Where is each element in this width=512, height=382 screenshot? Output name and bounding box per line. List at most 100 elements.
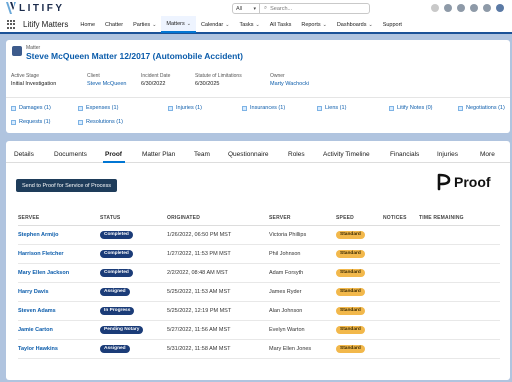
table-row[interactable]: Mary Ellen Jackson Completed 2/2/2022, 08:… — [18, 263, 500, 283]
speed-cell: Standard — [336, 320, 383, 340]
field-label: Owner — [270, 73, 285, 79]
chevron-down-icon[interactable]: ⌄ — [368, 22, 372, 28]
servee-link-cell: Stephen Armijo — [18, 225, 100, 245]
servee-link[interactable]: Harrison Fletcher — [18, 251, 64, 257]
global-search: All ▾ ⌕ Search... — [232, 3, 370, 14]
related-list-icon — [11, 119, 16, 125]
tab-activity-timeline[interactable]: Activity Timeline — [323, 151, 370, 158]
search-input[interactable]: ⌕ Search... — [260, 3, 370, 14]
related-list-link[interactable]: Requests (1) — [11, 119, 51, 125]
nav-item[interactable]: All Tasks — [265, 16, 297, 33]
related-list-icon — [317, 105, 322, 111]
field-value: 6/30/2022 — [141, 81, 166, 87]
nav-item-label: Support — [382, 21, 402, 28]
notices-cell — [383, 225, 419, 245]
related-list-link[interactable]: Resolutions (1) — [78, 119, 123, 125]
field-label: Incident Date — [141, 73, 171, 79]
tab-questionnaire[interactable]: Questionnaire — [228, 151, 268, 158]
column-header: SERVEE — [18, 211, 100, 226]
servee-link[interactable]: Harry Davis — [18, 289, 49, 295]
gear-icon[interactable] — [470, 4, 478, 12]
servee-link[interactable]: Stephen Armijo — [18, 232, 58, 238]
proof-service-table: SERVEE STATUS ORIGINATED SERVER SPEED NOTICES… — [18, 211, 500, 359]
related-list-label: Liens (1) — [325, 105, 347, 111]
add-icon[interactable] — [444, 4, 452, 12]
search-scope-select[interactable]: All ▾ — [232, 3, 260, 14]
nav-item[interactable]: Support — [378, 16, 407, 33]
related-list-label: Insurances (1) — [250, 105, 286, 111]
tab-more[interactable]: More — [480, 151, 495, 158]
litify-logo-icon — [6, 2, 16, 14]
server-cell: Adam Forsyth — [269, 263, 336, 283]
nav-item[interactable]: Chatter — [100, 16, 128, 33]
nav-item-label: Dashboards — [336, 21, 367, 28]
app-nav-bar: Litify Matters Home Chatter Parties ⌄ Matter… — [0, 16, 512, 34]
status-cell: Completed — [100, 244, 167, 264]
tab-proof[interactable]: Proof — [105, 151, 122, 158]
nav-item[interactable]: Parties ⌄ — [128, 16, 161, 33]
related-list-label: Resolutions (1) — [86, 119, 123, 125]
field-value[interactable]: Steve McQueen — [87, 81, 141, 87]
chevron-down-icon[interactable]: ⌄ — [225, 22, 229, 28]
litify-logo[interactable]: LITIFY — [6, 2, 65, 14]
related-list-link[interactable]: Liens (1) — [317, 105, 346, 111]
nav-item[interactable]: Tasks ⌄ — [234, 16, 264, 33]
status-badge: Pending Notary — [100, 325, 144, 334]
servee-link[interactable]: Jamie Carton — [18, 327, 53, 333]
chevron-down-icon[interactable]: ⌄ — [323, 22, 327, 28]
related-list-link[interactable]: Expenses (1) — [78, 105, 118, 111]
nav-item-label: Reports — [301, 21, 321, 28]
servee-link[interactable]: Taylor Hawkins — [18, 346, 58, 352]
tab-injuries[interactable]: Injuries — [437, 151, 458, 158]
related-list-link[interactable]: Litify Notes (0) — [389, 105, 432, 111]
help-icon[interactable] — [457, 4, 465, 12]
proof-logo-icon — [437, 173, 451, 191]
table-row[interactable]: Taylor Hawkins Assigned 5/31/2022, 11:58 A… — [18, 339, 500, 359]
bell-icon[interactable] — [483, 4, 491, 12]
tab-financials[interactable]: Financials — [390, 151, 419, 158]
chevron-down-icon[interactable]: ⌄ — [187, 21, 191, 27]
server-cell: Evelyn Warton — [269, 320, 336, 340]
tab-matter-plan[interactable]: Matter Plan — [142, 151, 175, 158]
server: Mary Ellen Jones — [269, 345, 312, 352]
tab-documents[interactable]: Documents — [54, 151, 87, 158]
tab-team[interactable]: Team — [194, 151, 210, 158]
app-launcher-icon[interactable] — [7, 19, 17, 30]
related-list-link[interactable]: Insurances (1) — [242, 105, 285, 111]
servee-link[interactable]: Mary Ellen Jackson — [18, 270, 69, 276]
nav-item[interactable]: Dashboards ⌄ — [332, 16, 378, 33]
related-list-link[interactable]: Damages (1) — [11, 105, 51, 111]
server-cell: Phil Johnson — [269, 244, 336, 264]
servee-link[interactable]: Steven Adams — [18, 308, 56, 314]
nav-item[interactable]: Home — [75, 16, 100, 33]
table-row[interactable]: Harrison Fletcher Completed 1/27/2022, 11:… — [18, 244, 500, 264]
status-cell: In Progress — [100, 301, 167, 321]
field-value[interactable]: Marty Wachocki — [270, 81, 350, 87]
highlight-field: Statute of Limitations 6/30/2025 — [195, 73, 270, 87]
record-highlights: Matter Steve McQueen Matter 12/2017 (Aut… — [6, 40, 510, 133]
related-list-link[interactable]: Negotiations (1) — [458, 105, 505, 111]
table-row[interactable]: Steven Adams In Progress 5/25/2022, 12:19 … — [18, 301, 500, 321]
nav-item[interactable]: Calendar ⌄ — [196, 16, 235, 33]
table-row[interactable]: Harry Davis Assigned 5/25/2022, 11:53 AM M… — [18, 282, 500, 302]
chevron-down-icon[interactable]: ⌄ — [256, 22, 260, 28]
related-list-link[interactable]: Injuries (1) — [168, 105, 202, 111]
server-cell: Alan Johnson — [269, 301, 336, 321]
field-label: Active Stage — [11, 73, 40, 79]
table-row[interactable]: Stephen Armijo Completed 1/26/2022, 06:50 … — [18, 225, 500, 245]
status-badge: Completed — [100, 230, 133, 239]
favorites-icon[interactable] — [431, 4, 439, 12]
related-list-label: Injuries (1) — [176, 105, 202, 111]
tab-roles[interactable]: Roles — [288, 151, 305, 158]
chevron-down-icon[interactable]: ⌄ — [152, 22, 156, 28]
field-label: Statute of Limitations — [195, 73, 242, 79]
status-badge: Completed — [100, 268, 133, 277]
servee-link-cell: Taylor Hawkins — [18, 339, 100, 359]
avatar[interactable] — [496, 4, 504, 12]
table-row[interactable]: Jamie Carton Pending Notary 5/27/2022, 11:… — [18, 320, 500, 340]
nav-item[interactable]: Reports ⌄ — [296, 16, 331, 33]
send-to-proof-button[interactable]: Send to Proof for Service of Process — [16, 179, 117, 192]
tab-details[interactable]: Details — [14, 151, 34, 158]
servee-link-cell: Harry Davis — [18, 282, 100, 302]
nav-item[interactable]: Matters ⌄ — [161, 16, 196, 33]
